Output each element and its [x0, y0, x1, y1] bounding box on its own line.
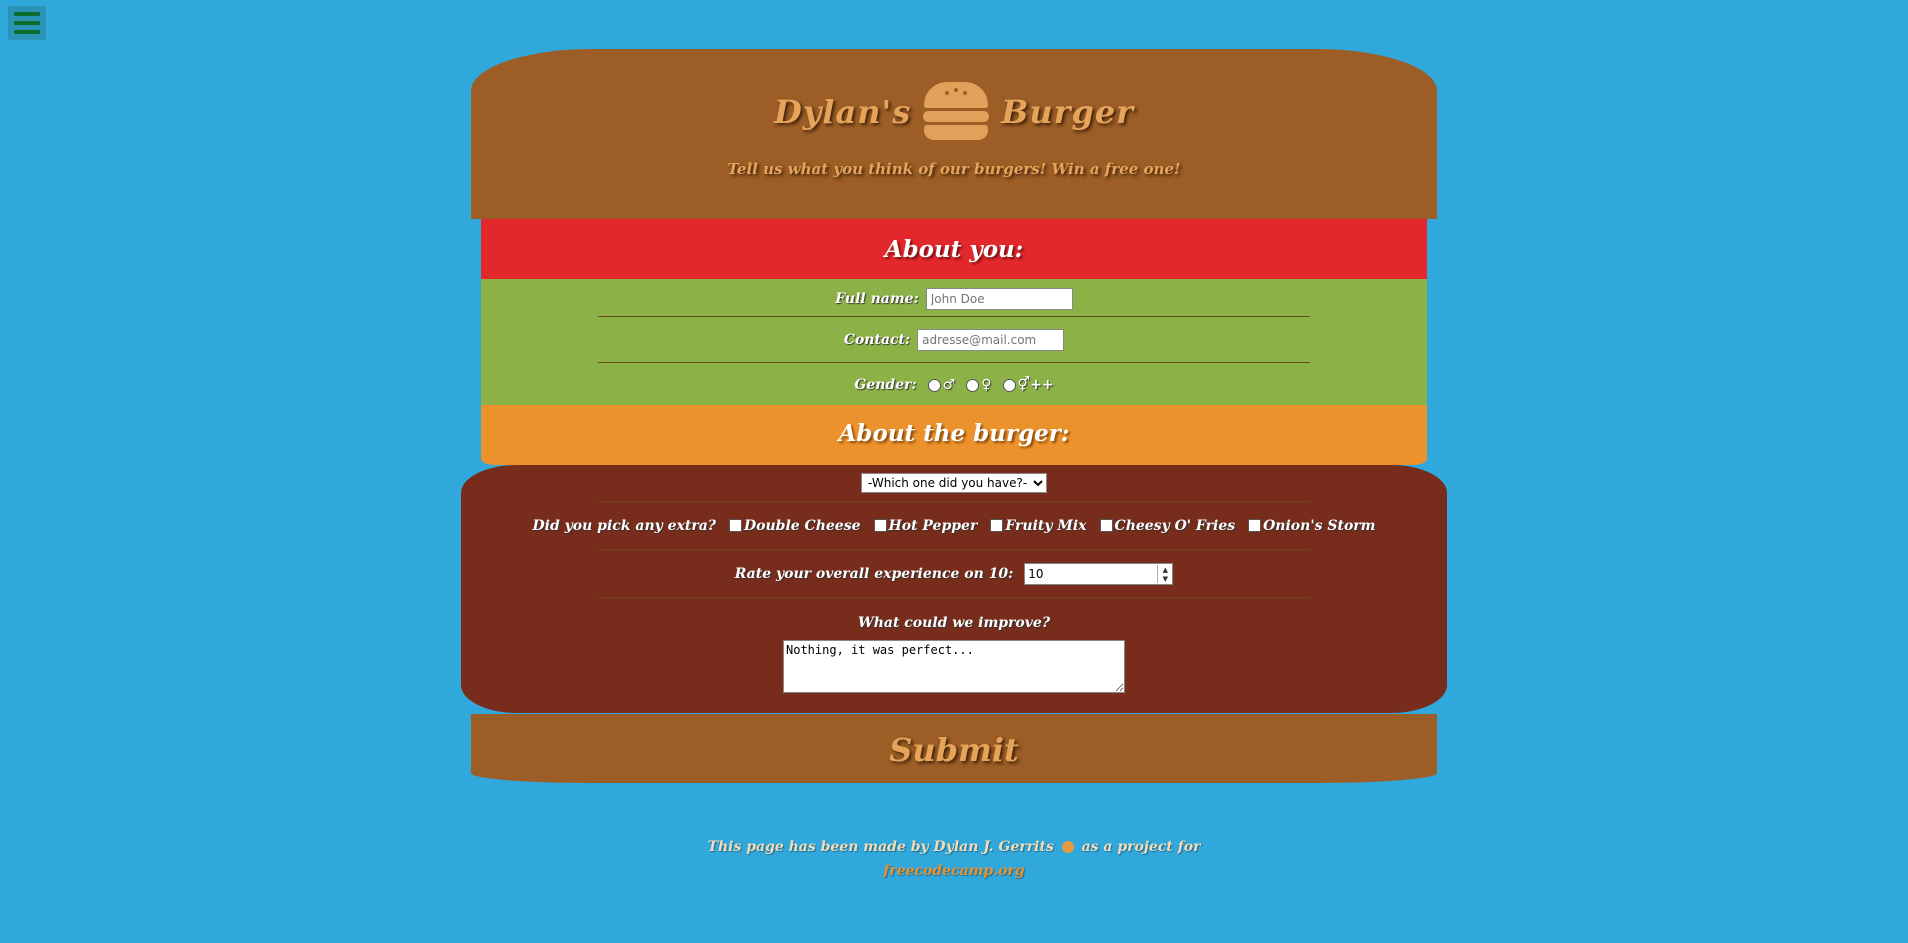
- gender-female-radio[interactable]: [966, 378, 980, 392]
- extra-option-cheesy-fries[interactable]: Cheesy O' Fries: [1099, 517, 1236, 534]
- hot-pepper-checkbox[interactable]: [873, 519, 887, 532]
- footer-credit: This page has been made by Dylan J. Gerr…: [707, 839, 1054, 855]
- gender-label: Gender:: [854, 377, 917, 393]
- rate-number-input[interactable]: 10 ▲ ▼: [1024, 562, 1174, 585]
- page-subtitle: Tell us what you think of our burgers! W…: [727, 160, 1181, 178]
- onion-storm-checkbox[interactable]: [1248, 519, 1262, 532]
- contact-input[interactable]: [917, 328, 1065, 351]
- extra-option-hot-pepper[interactable]: Hot Pepper: [873, 517, 978, 534]
- burger-icon: [923, 82, 990, 142]
- about-you-section: Full name: Contact: Gender: ♂ ♀ ⚥++: [481, 279, 1427, 405]
- extra-option-double-cheese[interactable]: Double Cheese: [729, 517, 861, 534]
- title-left: Dylan's: [773, 93, 912, 131]
- extra-label: Did you pick any extra?: [532, 517, 717, 534]
- github-icon[interactable]: [1061, 841, 1074, 853]
- title-right: Burger: [1001, 93, 1135, 131]
- extra-option-fruity-mix[interactable]: Fruity Mix: [990, 517, 1087, 534]
- extra-option-label: Fruity Mix: [1005, 517, 1087, 534]
- double-cheese-checkbox[interactable]: [729, 519, 743, 532]
- spin-up-icon[interactable]: ▲: [1158, 565, 1172, 574]
- fullname-label: Full name:: [835, 290, 919, 307]
- gender-male-radio[interactable]: [927, 378, 941, 392]
- rate-spinner[interactable]: ▲ ▼: [1157, 564, 1172, 583]
- cheesy-fries-checkbox[interactable]: [1099, 519, 1113, 532]
- fruity-mix-checkbox[interactable]: [990, 519, 1004, 532]
- contact-label: Contact:: [843, 331, 911, 348]
- page-title: Dylan's Burger: [471, 49, 1437, 142]
- improve-label: What could we improve?: [857, 615, 1051, 631]
- rate-label: Rate your overall experience on 10:: [734, 565, 1014, 582]
- rate-value: 10: [1028, 566, 1044, 581]
- extra-option-label: Double Cheese: [744, 517, 861, 534]
- improve-textarea[interactable]: Nothing, it was perfect...: [783, 639, 1125, 693]
- extra-option-label: Onion's Storm: [1263, 517, 1376, 534]
- freecodecamp-link[interactable]: freecodecamp.org: [883, 863, 1024, 879]
- about-you-heading: About you:: [481, 219, 1427, 279]
- fullname-input[interactable]: [925, 287, 1073, 310]
- burger-select[interactable]: -Which one did you have?-: [861, 473, 1047, 493]
- survey-form: Dylan's Burger Tell us what you think of…: [461, 49, 1447, 783]
- female-symbol-icon: ♀: [981, 377, 992, 393]
- hamburger-menu-button[interactable]: [8, 6, 46, 40]
- male-symbol-icon: ♂: [942, 377, 956, 393]
- other-gender-symbol-icon: ⚥++: [1017, 377, 1054, 393]
- about-burger-section: -Which one did you have?- Did you pick a…: [461, 465, 1447, 713]
- gender-option-female[interactable]: ♀: [966, 377, 992, 393]
- footer: This page has been made by Dylan J. Gerr…: [0, 835, 1908, 883]
- footer-credit-suffix: as a project for: [1081, 839, 1201, 855]
- extra-option-onion-storm[interactable]: Onion's Storm: [1248, 518, 1375, 534]
- spin-down-icon[interactable]: ▼: [1158, 574, 1172, 583]
- extra-option-label: Cheesy O' Fries: [1114, 517, 1236, 534]
- extra-option-label: Hot Pepper: [888, 517, 978, 534]
- submit-button[interactable]: Submit: [471, 714, 1437, 783]
- gender-other-radio[interactable]: [1002, 378, 1016, 392]
- gender-option-other[interactable]: ⚥++: [1002, 377, 1054, 393]
- header-top-bun: Dylan's Burger Tell us what you think of…: [471, 49, 1437, 219]
- hamburger-menu-icon: [14, 12, 40, 16]
- gender-option-male[interactable]: ♂: [927, 377, 956, 393]
- about-burger-heading: About the burger:: [481, 405, 1427, 465]
